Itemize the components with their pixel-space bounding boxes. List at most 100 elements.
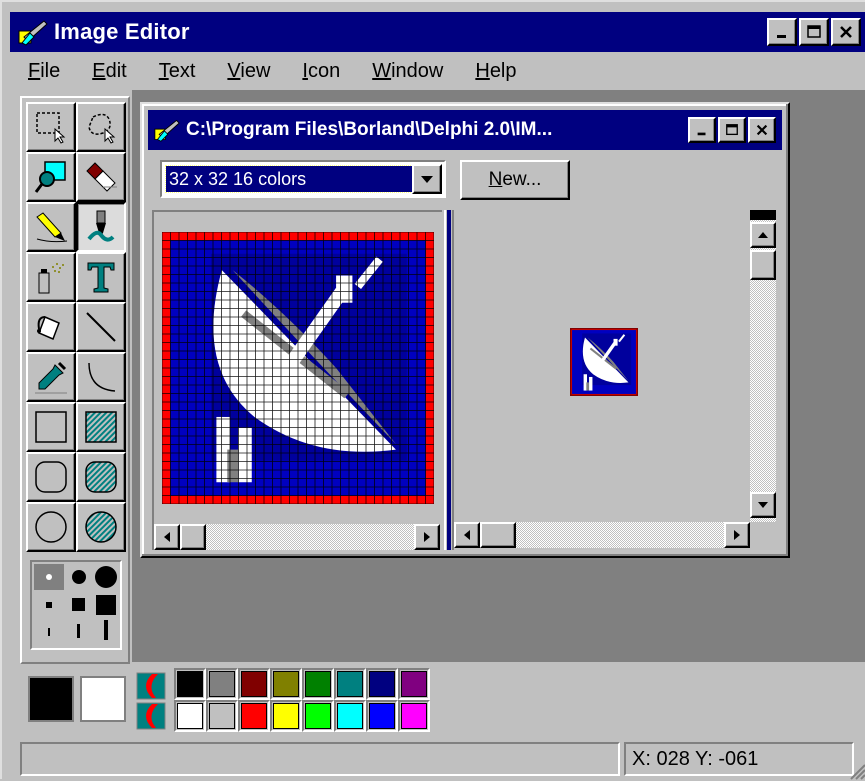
- menu-edit[interactable]: Edit: [74, 60, 140, 83]
- tool-rectangle[interactable]: [26, 402, 76, 452]
- tool-eyedropper[interactable]: [26, 352, 76, 402]
- child-minimize-button[interactable]: [688, 117, 716, 143]
- minimize-button[interactable]: [767, 18, 797, 46]
- menu-text[interactable]: Text: [141, 60, 210, 83]
- brush-icon: [87, 210, 115, 242]
- new-icon-button[interactable]: New...: [460, 160, 570, 200]
- brush-square-medium[interactable]: [72, 598, 85, 611]
- palette-color-14[interactable]: [366, 700, 398, 732]
- palette-color-swatch: [337, 671, 363, 697]
- palette-color-10[interactable]: [238, 700, 270, 732]
- tool-lasso-select[interactable]: [76, 102, 126, 152]
- menu-file[interactable]: File: [10, 60, 74, 83]
- palette-color-3[interactable]: [270, 668, 302, 700]
- palette-color-5[interactable]: [334, 668, 366, 700]
- tool-spray-can[interactable]: [26, 252, 76, 302]
- palette-color-8[interactable]: [174, 700, 206, 732]
- brush-square-large[interactable]: [96, 595, 116, 615]
- palette-color-0[interactable]: [174, 668, 206, 700]
- child-close-button[interactable]: [748, 117, 776, 143]
- title-bar[interactable]: Image Editor: [10, 12, 865, 52]
- tool-filled-rounded-rectangle[interactable]: [76, 452, 126, 502]
- palette-color-2[interactable]: [238, 668, 270, 700]
- resize-grip-icon[interactable]: [847, 741, 865, 781]
- palette-color-swatch: [337, 703, 363, 729]
- tool-zoom[interactable]: [26, 152, 76, 202]
- pane-splitter[interactable]: [444, 210, 454, 550]
- scroll-up-button[interactable]: [750, 222, 776, 248]
- cursor-coordinates: X: 028 Y: -061: [624, 742, 854, 776]
- maximize-icon: [726, 124, 738, 136]
- image-editor-window: Image Editor File Edit Text View Icon Wi…: [0, 0, 865, 781]
- brush-dot-medium-round[interactable]: [72, 570, 86, 584]
- pencil-icon: [36, 212, 68, 243]
- scroll-left-button-right[interactable]: [454, 522, 480, 548]
- scroll-right-button[interactable]: [414, 524, 440, 550]
- right-vscroll-thumb[interactable]: [750, 250, 776, 280]
- palette-color-4[interactable]: [302, 668, 334, 700]
- foreground-color-swatch[interactable]: [28, 676, 74, 722]
- tool-rounded-rectangle[interactable]: [26, 452, 76, 502]
- zoomed-icon-canvas[interactable]: [162, 232, 434, 504]
- tool-curve[interactable]: [76, 352, 126, 402]
- brush-size-selector: [30, 560, 122, 650]
- brush-dot-large-round[interactable]: [95, 566, 117, 588]
- icon-size-dropdown-button[interactable]: [412, 164, 442, 194]
- tool-rect-select[interactable]: [26, 102, 76, 152]
- palette-color-1[interactable]: [206, 668, 238, 700]
- menu-icon[interactable]: Icon: [284, 60, 354, 83]
- brush-dot-small-round[interactable]: [46, 574, 52, 580]
- palette-color-12[interactable]: [302, 700, 334, 732]
- palette-color-6[interactable]: [366, 668, 398, 700]
- scroll-left-button[interactable]: [154, 524, 180, 550]
- tool-line[interactable]: [76, 302, 126, 352]
- palette-color-11[interactable]: [270, 700, 302, 732]
- left-scroll-thumb[interactable]: [180, 524, 206, 550]
- new-button-label: ew...: [502, 169, 542, 190]
- eyedropper-icon: [35, 361, 67, 394]
- brush-line-medium[interactable]: [77, 624, 80, 638]
- brush-square-small[interactable]: [46, 602, 52, 608]
- background-color-swatch[interactable]: [80, 676, 126, 722]
- tool-brush[interactable]: [76, 202, 126, 252]
- child-caption-buttons: [686, 117, 776, 143]
- child-maximize-button[interactable]: [718, 117, 746, 143]
- tool-pencil[interactable]: [26, 202, 76, 252]
- palette-color-9[interactable]: [206, 700, 238, 732]
- maximize-button[interactable]: [799, 18, 829, 46]
- tool-text[interactable]: [76, 252, 126, 302]
- right-vertical-scrollbar[interactable]: [750, 210, 776, 522]
- tool-filled-rectangle[interactable]: [76, 402, 126, 452]
- tool-ellipse[interactable]: [26, 502, 76, 552]
- child-title-bar[interactable]: C:\Program Files\Borland\Delphi 2.0\IM..…: [148, 110, 782, 150]
- scroll-down-button[interactable]: [750, 492, 776, 518]
- menu-file-label: ile: [40, 59, 61, 82]
- tool-filled-ellipse[interactable]: [76, 502, 126, 552]
- image-editor-app-icon[interactable]: [16, 17, 50, 47]
- close-button[interactable]: [831, 18, 861, 46]
- menu-help[interactable]: Help: [457, 60, 530, 83]
- palette-color-13[interactable]: [334, 700, 366, 732]
- screen-color-selectors: [136, 670, 166, 732]
- brush-line-large[interactable]: [104, 620, 108, 640]
- menu-window-label: indow: [391, 59, 444, 82]
- brush-line-small[interactable]: [48, 628, 50, 636]
- icon-size-select[interactable]: 32 x 32 16 colors: [160, 160, 446, 198]
- lasso-select-icon: [88, 113, 116, 144]
- splitter-line: [447, 210, 451, 550]
- menu-view[interactable]: View: [209, 60, 284, 83]
- right-hscroll-thumb[interactable]: [480, 522, 516, 548]
- left-horizontal-scrollbar[interactable]: [154, 524, 440, 550]
- screen-color-icon[interactable]: [136, 672, 166, 700]
- tool-paint-bucket[interactable]: [26, 302, 76, 352]
- menu-window[interactable]: Window: [354, 60, 457, 83]
- scroll-right-button-right[interactable]: [724, 522, 750, 548]
- color-palette: [20, 668, 865, 732]
- palette-color-swatch: [273, 703, 299, 729]
- palette-color-15[interactable]: [398, 700, 430, 732]
- palette-color-7[interactable]: [398, 668, 430, 700]
- inverse-color-icon[interactable]: [136, 702, 166, 730]
- tool-eraser[interactable]: [76, 152, 126, 202]
- close-icon: [840, 26, 852, 38]
- right-horizontal-scrollbar[interactable]: [454, 522, 750, 548]
